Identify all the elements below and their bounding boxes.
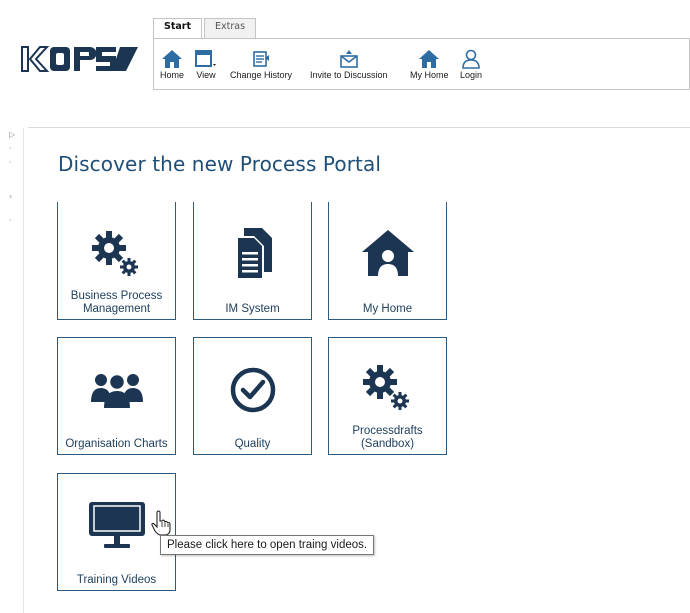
change-history-button[interactable]: Change History — [230, 47, 292, 80]
ribbon-toolbar: Home View Change History Invite to Discu… — [153, 38, 690, 90]
check-circle-icon — [194, 366, 311, 414]
user-icon — [460, 47, 482, 69]
tile-organisation-charts[interactable]: Organisation Charts — [57, 337, 176, 455]
header-divider — [28, 127, 690, 128]
login-label: Login — [460, 70, 483, 80]
kops-logo[interactable] — [20, 44, 140, 74]
tile-quality[interactable]: Quality — [193, 337, 312, 455]
page-title: Discover the new Process Portal — [58, 152, 381, 176]
tile-my-home[interactable]: My Home — [328, 202, 447, 320]
tile-label: Business Process Management — [70, 290, 163, 315]
home-user-icon — [329, 228, 446, 278]
tile-label: Processdrafts (Sandbox) — [352, 425, 423, 450]
ribbon: Start Extras Home View Change History In… — [153, 18, 690, 90]
change-history-label: Change History — [230, 70, 293, 80]
home-button-label: Home — [160, 70, 185, 80]
tile-label: Organisation Charts — [65, 438, 168, 450]
app-window: Start Extras Home View Change History In… — [0, 0, 690, 613]
gears-icon — [58, 228, 175, 278]
tile-label: My Home — [362, 303, 413, 315]
expand-arrow-icon[interactable]: ▷ — [9, 130, 15, 139]
my-home-button[interactable]: My Home — [410, 47, 449, 80]
ribbon-tabs: Start Extras — [153, 18, 690, 38]
sidebar-dot: › — [9, 192, 13, 201]
login-button[interactable]: Login — [460, 47, 482, 80]
home-icon — [418, 47, 440, 69]
training-videos-tooltip: Please click here to open traing videos. — [160, 535, 375, 555]
history-icon — [250, 47, 272, 69]
view-button[interactable]: View — [194, 47, 218, 80]
sidebar-dot: · — [9, 144, 12, 153]
home-icon — [161, 47, 183, 69]
tab-extras[interactable]: Extras — [204, 18, 257, 38]
tile-label: Training Videos — [76, 574, 157, 586]
tile-im-system[interactable]: IM System — [193, 202, 312, 320]
sidebar-dot: · — [9, 158, 12, 167]
tile-label: IM System — [225, 303, 280, 315]
group-icon — [58, 370, 175, 410]
tile-business-process-management[interactable]: Business Process Management — [57, 202, 176, 320]
invite-discussion-button[interactable]: Invite to Discussion — [310, 47, 388, 80]
invite-discussion-label: Invite to Discussion — [310, 70, 388, 80]
tile-label: Quality — [234, 438, 271, 450]
documents-icon — [194, 226, 311, 282]
collapsed-sidebar[interactable]: ▷ · · › · — [0, 128, 24, 613]
envelope-icon — [338, 47, 360, 69]
sidebar-dot: · — [9, 216, 12, 225]
home-button[interactable]: Home — [160, 47, 184, 80]
gears-icon — [329, 362, 446, 412]
view-button-label: View — [196, 70, 216, 80]
tab-start[interactable]: Start — [153, 18, 203, 38]
my-home-label: My Home — [410, 70, 449, 80]
tile-processdrafts-sandbox[interactable]: Processdrafts (Sandbox) — [328, 337, 447, 455]
window-icon — [194, 47, 218, 69]
